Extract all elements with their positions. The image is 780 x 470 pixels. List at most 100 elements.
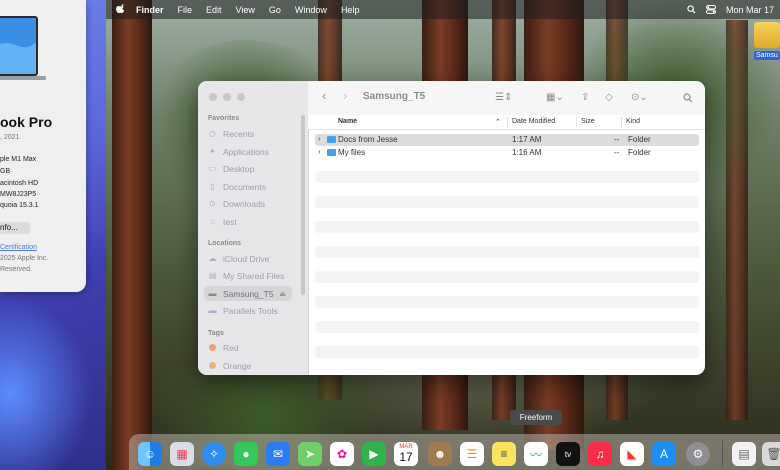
control-center-icon[interactable] <box>705 5 716 14</box>
sidebar-item-label: Parallels Tools <box>223 305 278 316</box>
finder-sidebar: Favorites ◷ Recents ✦ Applications ▭ Deskto… <box>198 81 309 375</box>
apple-menu-icon[interactable] <box>116 4 126 15</box>
certification-link[interactable]: Certification <box>0 244 37 251</box>
column-name-header[interactable]: Name <box>338 118 357 125</box>
sidebar-item-label: Orange <box>223 360 252 371</box>
spotlight-icon[interactable] <box>687 5 696 14</box>
launchpad-dock-icon[interactable]: ▦ <box>170 442 194 466</box>
search-icon[interactable] <box>683 93 693 103</box>
reminders-dock-icon[interactable]: ☰ <box>460 442 484 466</box>
window-title: Samsung_T5 <box>363 91 426 102</box>
sort-chevron-icon[interactable]: ⌃ <box>495 118 501 126</box>
calendar-dock-icon[interactable]: MAR 17 <box>394 442 418 466</box>
sidebar-item-test[interactable]: ⌂ test <box>204 214 292 229</box>
empty-row <box>315 196 699 208</box>
back-chevron-icon[interactable]: ‹ <box>322 88 326 103</box>
facetime-dock-icon[interactable]: ▶ <box>362 442 386 466</box>
contacts-dock-icon[interactable]: ☻ <box>428 442 452 466</box>
sidebar-item-documents[interactable]: ▯ Documents <box>204 179 292 194</box>
sidebar-item-my-shared-files[interactable]: ▤ My Shared Files <box>204 268 292 283</box>
file-size: -- <box>614 135 620 144</box>
file-kind: Folder <box>628 135 651 144</box>
sidebar-item-label: Applications <box>223 146 269 157</box>
empty-row <box>315 321 699 333</box>
sidebar-scrollbar[interactable] <box>301 115 305 295</box>
download-icon: ⊙ <box>209 199 216 208</box>
home-icon: ⌂ <box>210 217 215 226</box>
disclosure-chevron-icon[interactable]: › <box>318 134 321 143</box>
column-headers: Name ⌃ Date Modified Size Kind <box>308 115 705 130</box>
sidebar-item-label: Desktop <box>223 163 255 174</box>
tag-icon[interactable]: ◇ <box>605 92 613 103</box>
menu-finder[interactable]: Finder <box>136 5 164 15</box>
menu-bar: Finder File Edit View Go Window Help Mon… <box>106 0 780 19</box>
news-dock-icon[interactable]: ◣ <box>620 442 644 466</box>
empty-row <box>315 171 699 183</box>
mail-dock-icon[interactable]: ✉ <box>266 442 290 466</box>
more-actions-icon[interactable]: ⊙⌄ <box>631 92 648 103</box>
photos-dock-icon[interactable]: ✿ <box>330 442 354 466</box>
sidebar-item-downloads[interactable]: ⊙ Downloads <box>204 196 292 211</box>
menu-go[interactable]: Go <box>269 5 281 15</box>
dock-tooltip: Freeform <box>510 410 562 425</box>
forward-chevron-icon[interactable]: › <box>343 88 347 103</box>
empty-row <box>315 296 699 308</box>
zoom-button[interactable] <box>237 93 245 101</box>
notes-dock-icon[interactable]: ≡ <box>492 442 516 466</box>
file-date: 1:16 AM <box>512 148 542 157</box>
sidebar-item-label: Downloads <box>223 198 266 209</box>
sidebar-item-applications[interactable]: ✦ Applications <box>204 144 292 159</box>
finder-dock-icon[interactable]: ☺ <box>138 442 162 466</box>
document-dock-icon[interactable]: ▤ <box>732 442 756 466</box>
sidebar-item-label: Recents <box>223 128 255 139</box>
sidebar-item-desktop[interactable]: ▭ Desktop <box>204 161 292 176</box>
sidebar-item-label: iCloud Drive <box>223 253 270 264</box>
disk-icon: ▬ <box>208 306 217 315</box>
table-row[interactable]: › Docs from Jesse 1:17 AM -- Folder <box>315 134 699 146</box>
tv-dock-icon[interactable]: tv <box>556 442 580 466</box>
sidebar-item-tag-orange[interactable]: Orange <box>204 358 292 373</box>
close-button[interactable] <box>209 93 217 101</box>
disclosure-chevron-icon[interactable]: › <box>318 147 321 156</box>
trash-dock-icon[interactable]: 🗑 <box>762 442 780 466</box>
menu-view[interactable]: View <box>236 5 255 15</box>
external-drive-icon: ▬ <box>208 289 217 298</box>
file-name: Docs from Jesse <box>338 135 398 144</box>
empty-row <box>315 346 699 358</box>
file-name: My files <box>338 148 366 157</box>
menu-window[interactable]: Window <box>295 5 327 15</box>
sidebar-item-tag-red[interactable]: Red <box>204 340 292 355</box>
sidebar-item-recents[interactable]: ◷ Recents <box>204 126 292 141</box>
sidebar-item-samsung-t5[interactable]: ▬ Samsung_T5 ⏏ <box>204 286 292 301</box>
app-store-dock-icon[interactable]: A <box>652 442 676 466</box>
menu-edit[interactable]: Edit <box>206 5 222 15</box>
maps-dock-icon[interactable]: ➤ <box>298 442 322 466</box>
table-row[interactable]: › My files 1:16 AM -- Folder <box>315 147 699 159</box>
sidebar-item-icloud-drive[interactable]: ☁ iCloud Drive <box>204 251 292 266</box>
copyright-line-2: Reserved. <box>0 266 32 273</box>
minimize-button[interactable] <box>223 93 231 101</box>
share-icon[interactable]: ⇪ <box>581 92 589 103</box>
chip-spec: ple M1 Max <box>0 156 37 163</box>
sidebar-item-parallels-tools[interactable]: ▬ Parallels Tools <box>204 303 292 318</box>
clock-icon: ◷ <box>209 129 216 138</box>
eject-icon[interactable]: ⏏ <box>279 290 286 298</box>
freeform-dock-icon[interactable]: 〰 <box>524 442 548 466</box>
music-dock-icon[interactable]: ♫ <box>588 442 612 466</box>
more-info-button[interactable]: nfo... <box>0 222 30 234</box>
column-date-header[interactable]: Date Modified <box>512 118 555 125</box>
menu-clock[interactable]: Mon Mar 17 <box>726 5 774 15</box>
column-kind-header[interactable]: Kind <box>626 118 640 125</box>
desktop-drive-icon[interactable]: Samsu <box>754 22 780 66</box>
dock <box>129 434 780 470</box>
column-size-header[interactable]: Size <box>581 118 595 125</box>
system-settings-dock-icon[interactable]: ⚙ <box>686 442 710 466</box>
messages-dock-icon[interactable]: ● <box>234 442 258 466</box>
menu-help[interactable]: Help <box>341 5 360 15</box>
group-icon[interactable]: ▦⌄ <box>546 92 564 103</box>
menu-file[interactable]: File <box>178 5 193 15</box>
list-view-icon[interactable]: ☰⇕ <box>495 92 512 103</box>
safari-dock-icon[interactable]: ✧ <box>202 442 226 466</box>
locations-header: Locations <box>208 240 242 247</box>
folder-icon <box>327 149 336 156</box>
